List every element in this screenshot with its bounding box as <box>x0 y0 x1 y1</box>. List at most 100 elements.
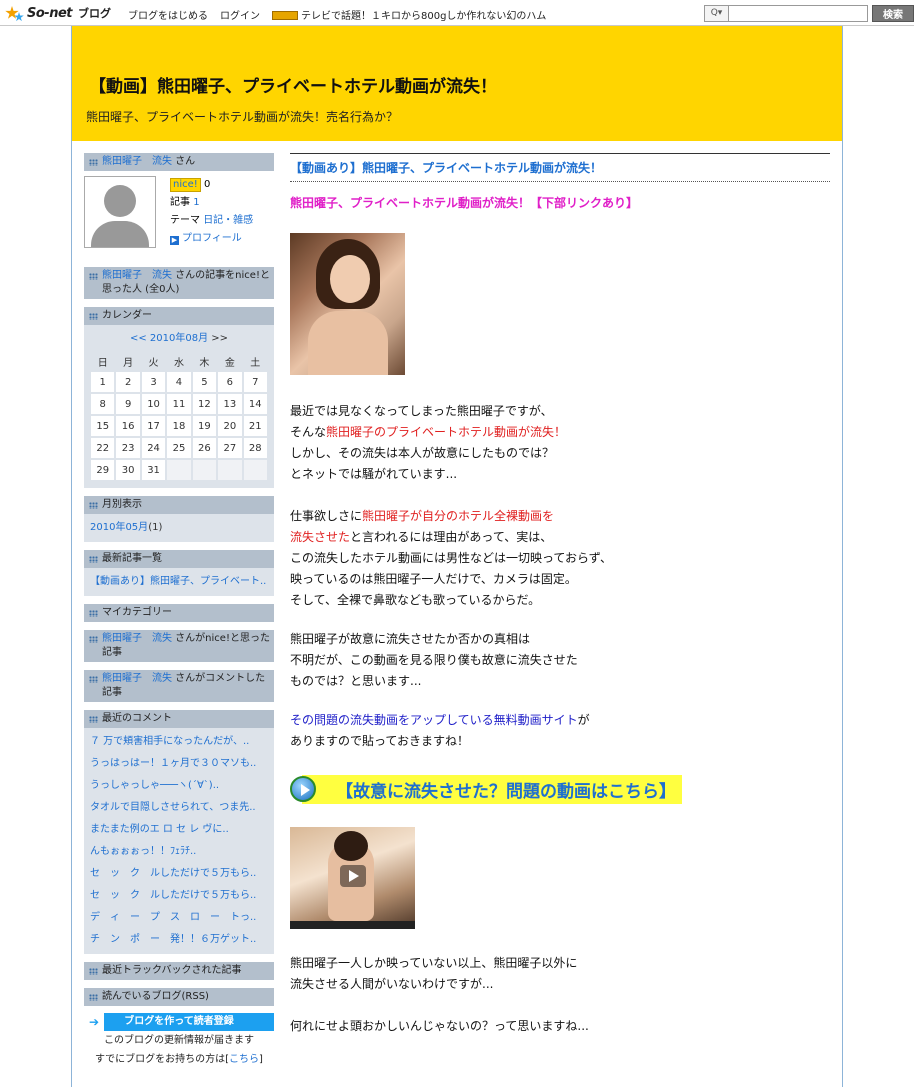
my-category-heading: マイカテゴリー <box>84 604 274 622</box>
calendar-weekday: 火 <box>148 357 159 369</box>
post-lead: 熊田曜子、プライベートホテル動画が流失！【下部リンクあり】 <box>290 196 639 210</box>
calendar-weekday: 土 <box>250 357 261 369</box>
arrow-icon: ➔ <box>84 1013 104 1031</box>
top-nav: ブログをはじめる ログイン テレビで話題！１キロから800gしか作れない幻のハム <box>128 7 546 22</box>
calendar-day: 8 <box>91 394 115 414</box>
search-input[interactable] <box>728 5 868 22</box>
calendar-weekday: 日 <box>97 357 108 369</box>
search-icon[interactable]: Q▾ <box>704 5 728 22</box>
calendar-day: 3 <box>141 372 166 392</box>
recent-comment-item[interactable]: チ ン ポ ー 発！！６万ゲット.. <box>90 929 268 951</box>
calendar-day: 12 <box>192 394 217 414</box>
calendar-day: 7 <box>243 372 267 392</box>
calendar-empty-cell <box>192 460 217 480</box>
calendar-empty-cell <box>243 460 267 480</box>
p4-line1-post: が <box>577 713 590 727</box>
recent-comment-item[interactable]: またまた例のエ ロ セ レ ヴに.. <box>90 819 268 841</box>
calendar-nav: << 2010年08月 >> <box>89 329 269 344</box>
p2-line1-pre: 仕事欲しさに <box>290 509 363 523</box>
post-title[interactable]: 【動画あり】熊田曜子、プライベートホテル動画が流失！ <box>290 153 830 182</box>
calendar-day: 11 <box>167 394 191 414</box>
p3-line1: 熊田曜子が故意に流失させたか否かの真相は <box>290 632 531 646</box>
ad-badge-icon <box>272 11 298 20</box>
p1-line2-red: 熊田曜子のプライベートホテル動画が流失！ <box>326 425 567 439</box>
recent-comment-item[interactable]: うっしゃっしゃ───ヽ(´∀`).. <box>90 775 268 797</box>
profile-user-link[interactable]: 熊田曜子 流失 <box>102 156 172 167</box>
p2-line2-red: 流失させた <box>290 530 351 544</box>
calendar-weekday: 木 <box>199 357 210 369</box>
play-button-icon <box>340 865 366 887</box>
recent-comment-item[interactable]: んもぉぉぉっ！！ﾌｪﾗﾁ.. <box>90 841 268 863</box>
profile-san: さん <box>172 156 196 167</box>
main-content: 【動画あり】熊田曜子、プライベートホテル動画が流失！ 熊田曜子、プライベートホテ… <box>290 153 830 1033</box>
rss-line-2-pre: すでにブログをお持ちの方は[ <box>95 1054 230 1065</box>
sonet-star-icon <box>3 4 27 22</box>
articles-count[interactable]: 1 <box>193 197 199 208</box>
p4-line2: ありますので貼っておきますね！ <box>290 734 470 748</box>
theme-link[interactable]: 日記・雑感 <box>203 215 253 226</box>
nice-people-user-link[interactable]: 熊田曜子 流失 <box>102 270 172 281</box>
articles-label: 記事 <box>170 197 190 208</box>
rss-line-1: このブログの更新情報が届きます <box>104 1035 254 1046</box>
logo-suffix: ブログ <box>77 7 111 20</box>
calendar-day: 14 <box>243 394 267 414</box>
video-thumbnail[interactable] <box>290 827 415 929</box>
nice-badge[interactable]: nice! <box>170 178 201 192</box>
nice-given-heading: 熊田曜子 流失 さんがnice!と思った記事 <box>84 630 274 662</box>
calendar-day: 22 <box>91 438 115 458</box>
calendar-day: 29 <box>91 460 115 480</box>
calendar-day: 1 <box>91 372 115 392</box>
calendar-next[interactable]: >> <box>211 333 228 344</box>
theme-label: テーマ <box>170 215 200 226</box>
ad-link[interactable]: テレビで話題！１キロから800gしか作れない幻のハム <box>272 7 546 22</box>
trackbacks-heading: 最近トラックバックされた記事 <box>84 962 274 980</box>
recent-comment-item[interactable]: デ ィ ー プ ス ロ ー トっ.. <box>90 907 268 929</box>
free-video-site-link[interactable]: その問題の流失動画をアップしている無料動画サイト <box>290 713 578 727</box>
blog-title[interactable]: 【動画】熊田曜子、プライベートホテル動画が流失！ <box>89 72 497 97</box>
calendar-day: 10 <box>141 394 166 414</box>
search-box: Q▾ 検索 <box>704 5 914 22</box>
p3-line2: 不明だが、この動画を見る限り僕も故意に流失させた <box>290 653 578 667</box>
login-link[interactable]: ログイン <box>220 7 260 22</box>
p1-line4: とネットでは騒がれています... <box>290 467 458 481</box>
profile-heading: 熊田曜子 流失 さん <box>84 153 274 171</box>
commented-user-link[interactable]: 熊田曜子 流失 <box>102 673 172 684</box>
nice-given-user-link[interactable]: 熊田曜子 流失 <box>102 633 172 644</box>
avatar[interactable] <box>84 176 156 248</box>
recent-comment-item[interactable]: セ ッ ク ルしただけで５万もら.. <box>90 863 268 885</box>
p5-line1: 熊田曜子一人しか映っていない以上、熊田曜子以外に <box>290 956 578 970</box>
monthly-count: (1) <box>148 522 163 533</box>
start-blog-link[interactable]: ブログをはじめる <box>128 7 208 22</box>
search-button[interactable]: 検索 <box>872 5 914 22</box>
calendar-weekday: 水 <box>173 357 184 369</box>
calendar-prev[interactable]: << <box>130 333 147 344</box>
logo-brand: So-net <box>27 5 72 21</box>
video-banner-link[interactable]: 【故意に流失させた？問題の動画はこちら】 <box>290 771 682 807</box>
recent-comment-item[interactable]: セ ッ ク ルしただけで５万もら.. <box>90 885 268 907</box>
calendar-day: 15 <box>91 416 115 436</box>
calendar-weekday: 月 <box>123 357 134 369</box>
calendar-heading: カレンダー <box>84 307 274 325</box>
recent-comment-item[interactable]: ７ 万で頬害相手になったんだが、.. <box>90 731 268 753</box>
rss-register-button[interactable]: ➔ ブログを作って読者登録 <box>84 1013 274 1031</box>
calendar-day: 28 <box>243 438 267 458</box>
p1-line2-pre: そんな <box>290 425 327 439</box>
calendar-day: 9 <box>116 394 140 414</box>
recent-post-item[interactable]: 【動画あり】熊田曜子、プライベート.. <box>90 571 268 593</box>
rss-here-link[interactable]: こちら <box>229 1054 259 1065</box>
calendar-day: 21 <box>243 416 267 436</box>
p6-line1: 何れにせよ頭おかしいんじゃないの？って思いますね... <box>290 1019 589 1033</box>
profile-link[interactable]: プロフィール <box>182 233 242 244</box>
monthly-item[interactable]: 2010年05月 <box>90 522 148 533</box>
calendar-month[interactable]: 2010年08月 <box>150 333 208 344</box>
recent-comment-item[interactable]: タオルで目隠しさせられて、つま先.. <box>90 797 268 819</box>
calendar-empty-cell <box>218 460 242 480</box>
calendar-day: 25 <box>167 438 191 458</box>
post-photo[interactable] <box>290 233 405 375</box>
calendar-grid: 日月火水木金土 1 2 3 4 5 6 7 8 9 10 11 12 13 14 15 16 17 18 19 20 2… <box>89 350 269 482</box>
sonet-logo[interactable]: So-net ブログ <box>3 4 111 22</box>
blog-description: 熊田曜子、プライベートホテル動画が流失！売名行為か？ <box>86 110 399 124</box>
recent-comment-item[interactable]: うっはっはー！１ヶ月で３０マソも.. <box>90 753 268 775</box>
rss-info: このブログの更新情報が届きます すでにブログをお持ちの方は[こちら] <box>84 1031 274 1069</box>
p2-line1-red: 熊田曜子が自分のホテル全裸動画を <box>362 509 555 523</box>
